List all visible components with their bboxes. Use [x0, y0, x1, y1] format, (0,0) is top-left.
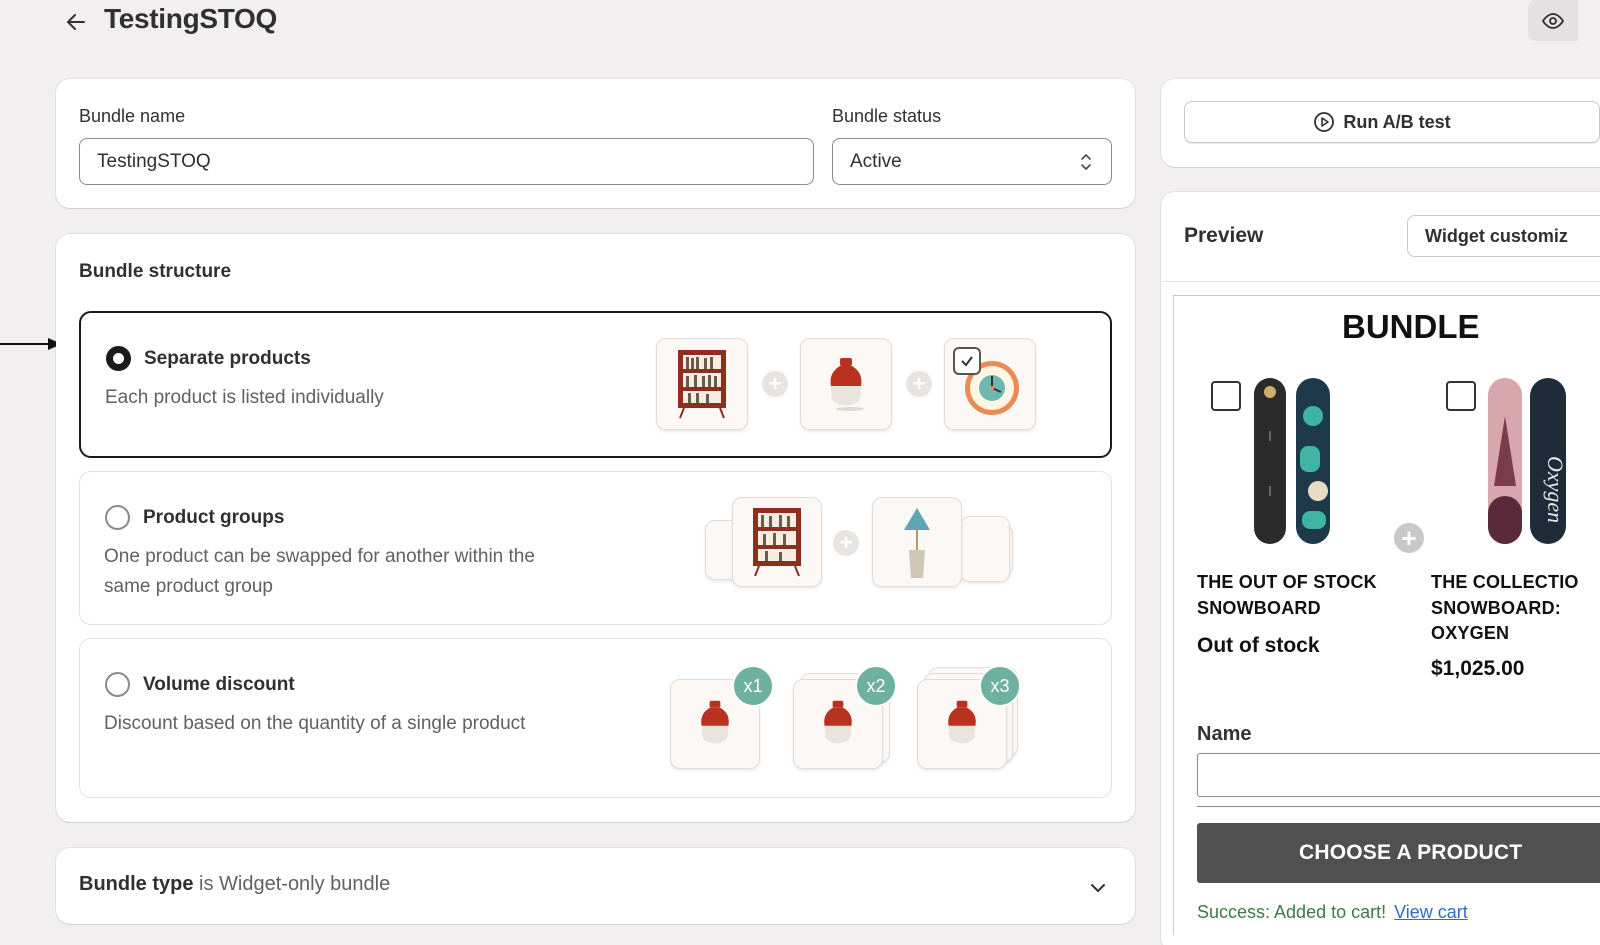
bookshelf-image: [753, 508, 801, 577]
checkbox-checked-icon: [953, 347, 981, 375]
radio-volume-discount[interactable]: [105, 672, 130, 697]
back-button[interactable]: [62, 8, 90, 36]
product-price: Out of stock: [1197, 634, 1320, 657]
option-volume-discount[interactable]: Volume discount Discount based on the qu…: [79, 638, 1112, 798]
preview-label: Preview: [1184, 224, 1264, 247]
option-description: Discount based on the quantity of a sing…: [104, 713, 526, 734]
bookshelf-group-thumbnail: [732, 497, 822, 587]
option-title: Product groups: [143, 507, 285, 528]
choose-product-button[interactable]: CHOOSE A PRODUCT: [1197, 823, 1600, 883]
eye-icon: [1541, 12, 1565, 29]
success-message: Success: Added to cart! View cart: [1197, 902, 1468, 923]
bundle-name-input[interactable]: [79, 138, 814, 185]
bundle-type-label: Bundle type: [79, 873, 194, 895]
quantity-badge: x3: [979, 665, 1021, 707]
widget-customize-button[interactable]: Widget customiz: [1407, 215, 1600, 257]
separator-line: [1197, 806, 1600, 807]
arrow-left-icon: [67, 14, 85, 30]
option-product-groups[interactable]: Product groups One product can be swappe…: [79, 471, 1112, 625]
bundle-type-connector: is: [199, 873, 214, 895]
product-checkbox[interactable]: [1446, 381, 1476, 411]
view-cart-link[interactable]: View cart: [1394, 902, 1468, 922]
product-name-line3: OXYGEN: [1431, 623, 1510, 643]
radio-separate-products[interactable]: [106, 346, 131, 371]
option-separate-products[interactable]: Separate products Each product is listed…: [79, 311, 1112, 458]
product-name-line2: SNOWBOARD:: [1431, 598, 1561, 618]
option-description-line2: same product group: [104, 576, 273, 597]
product-name-line1: THE COLLECTIO: [1431, 572, 1579, 592]
preview-divider: [1162, 281, 1600, 282]
play-circle-icon: [1314, 112, 1335, 132]
snowboard-image: Oxygen: [1488, 378, 1568, 544]
chevron-down-icon[interactable]: [1088, 878, 1108, 898]
bundle-type-summary: Bundle type is Widget-only bundle: [79, 873, 390, 896]
bookshelf-image: [678, 350, 726, 419]
quantity-badge: x1: [732, 665, 774, 707]
lamp-image: [904, 508, 930, 578]
plus-icon: +: [762, 371, 788, 397]
bookshelf-thumbnail: [656, 338, 748, 430]
clock-thumbnail: [944, 338, 1036, 430]
name-input[interactable]: [1197, 753, 1600, 797]
plus-icon: +: [906, 371, 932, 397]
select-chevron-icon: [1081, 154, 1091, 170]
widget-heading: BUNDLE: [1342, 308, 1480, 345]
bundle-status-select[interactable]: Active: [832, 138, 1112, 185]
name-field-label: Name: [1197, 723, 1252, 745]
quantity-badge: x2: [855, 665, 897, 707]
bundle-name-label: Bundle name: [79, 106, 186, 126]
annotation-arrow-icon: [0, 338, 62, 350]
widget-preview-frame: BUNDLE + THE OUT OF STOCK SNOWBOARD Out …: [1173, 295, 1600, 935]
bundle-structure-title: Bundle structure: [79, 261, 232, 282]
svg-text:Oxygen: Oxygen: [1543, 456, 1568, 523]
clock-back-thumbnail: [960, 516, 1010, 582]
vase-image: [701, 700, 729, 744]
bundle-type-value: Widget-only bundle: [219, 873, 391, 895]
bundle-status-label: Bundle status: [832, 106, 942, 126]
run-ab-test-label: Run A/B test: [1343, 111, 1451, 132]
option-description-line1: One product can be swapped for another w…: [104, 546, 535, 567]
page-title: TestingSTOQ: [104, 3, 278, 34]
product-name-line1: THE OUT OF STOCK: [1197, 572, 1377, 592]
lamp-thumbnail: [872, 497, 962, 587]
vase-image: [830, 358, 864, 411]
option-title: Volume discount: [143, 674, 295, 695]
preview-toggle-button[interactable]: [1528, 0, 1578, 41]
product-name-line2: SNOWBOARD: [1197, 598, 1321, 618]
vase-image: [948, 700, 976, 744]
plus-icon: +: [1394, 523, 1424, 553]
run-ab-test-button[interactable]: Run A/B test: [1184, 101, 1600, 143]
option-title: Separate products: [144, 348, 311, 369]
vase-thumbnail: [800, 338, 892, 430]
product-price: $1,025.00: [1431, 657, 1525, 680]
snowboard-image: [1254, 378, 1330, 544]
option-description: Each product is listed individually: [105, 387, 384, 408]
success-text: Success: Added to cart!: [1197, 902, 1387, 922]
radio-product-groups[interactable]: [105, 505, 130, 530]
bundle-status-value: Active: [850, 150, 902, 172]
vase-image: [824, 700, 852, 744]
plus-icon: +: [833, 530, 859, 556]
product-checkbox[interactable]: [1211, 381, 1241, 411]
